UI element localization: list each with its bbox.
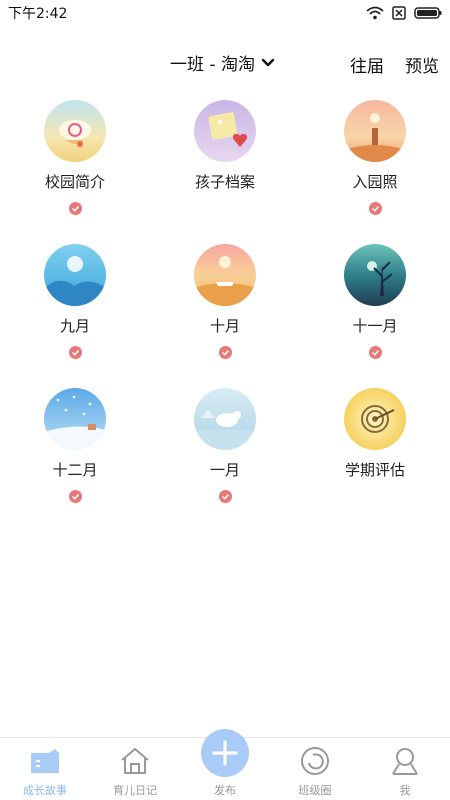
check-icon — [218, 346, 232, 359]
september-icon — [44, 244, 106, 306]
check-icon — [68, 346, 82, 359]
tab-class-circle[interactable]: 班级圈 — [270, 738, 360, 800]
check-icon — [218, 490, 232, 503]
album-item-september[interactable]: 九月 — [0, 244, 150, 384]
wifi-icon — [366, 6, 384, 20]
enrollment-photo-icon — [344, 100, 406, 162]
plus-icon — [212, 740, 238, 766]
class-selector[interactable]: 一班 - 淘淘 — [170, 50, 275, 75]
album-item-label: 十二月 — [52, 461, 98, 479]
semester-evaluation-icon — [344, 388, 406, 450]
story-icon — [29, 746, 61, 776]
tab-label: 我 — [399, 784, 411, 797]
status-time: 下午2:42 — [8, 6, 68, 22]
album-item-label: 九月 — [59, 317, 90, 335]
campus-intro-icon — [44, 100, 106, 162]
album-item-label: 十一月 — [352, 317, 398, 335]
home-icon — [119, 746, 151, 776]
check-icon — [368, 202, 382, 215]
album-item-label: 一月 — [209, 461, 240, 479]
check-icon — [368, 346, 382, 359]
album-item-november[interactable]: 十一月 — [300, 244, 450, 384]
album-item-child-profile[interactable]: 孩子档案 — [150, 100, 300, 240]
album-item-label: 校园简介 — [44, 173, 105, 191]
no-sim-icon — [392, 6, 406, 20]
preview-button[interactable]: 预览 — [405, 52, 439, 77]
november-icon — [344, 244, 406, 306]
tab-label: 成长故事 — [23, 784, 67, 797]
december-icon — [44, 388, 106, 450]
album-item-label: 孩子档案 — [194, 173, 255, 191]
album-item-january[interactable]: 一月 — [150, 388, 300, 528]
chevron-down-icon — [261, 58, 275, 66]
past-classes-button[interactable]: 往届 — [350, 52, 384, 77]
album-item-october[interactable]: 十月 — [150, 244, 300, 384]
tab-label: 班级圈 — [298, 784, 332, 797]
child-profile-icon — [194, 100, 256, 162]
battery-icon — [414, 7, 442, 19]
tab-parenting-diary[interactable]: 育儿日记 — [90, 738, 180, 800]
publish-button[interactable] — [201, 729, 249, 777]
class-name: 一班 - 淘淘 — [170, 55, 255, 75]
album-item-december[interactable]: 十二月 — [0, 388, 150, 528]
tab-label: 发布 — [214, 784, 236, 797]
album-item-enrollment-photo[interactable]: 入园照 — [300, 100, 450, 240]
check-icon — [68, 490, 82, 503]
tab-growth-story[interactable]: 成长故事 — [0, 738, 90, 800]
october-icon — [194, 244, 256, 306]
tab-label: 育儿日记 — [113, 784, 157, 797]
status-bar: 下午2:42 — [0, 0, 450, 26]
album-item-label: 入园照 — [352, 173, 398, 191]
tab-me[interactable]: 我 — [360, 738, 450, 800]
album-item-semester-evaluation[interactable]: 学期评估 — [300, 388, 450, 528]
header: 一班 - 淘淘 往届 预览 — [0, 44, 450, 84]
album-item-campus-intro[interactable]: 校园简介 — [0, 100, 150, 240]
check-icon — [68, 202, 82, 215]
january-icon — [194, 388, 256, 450]
status-icons — [366, 6, 442, 20]
album-item-label: 十月 — [209, 317, 240, 335]
user-icon — [389, 746, 421, 776]
circle-refresh-icon — [299, 746, 331, 776]
album-item-label: 学期评估 — [344, 461, 405, 479]
